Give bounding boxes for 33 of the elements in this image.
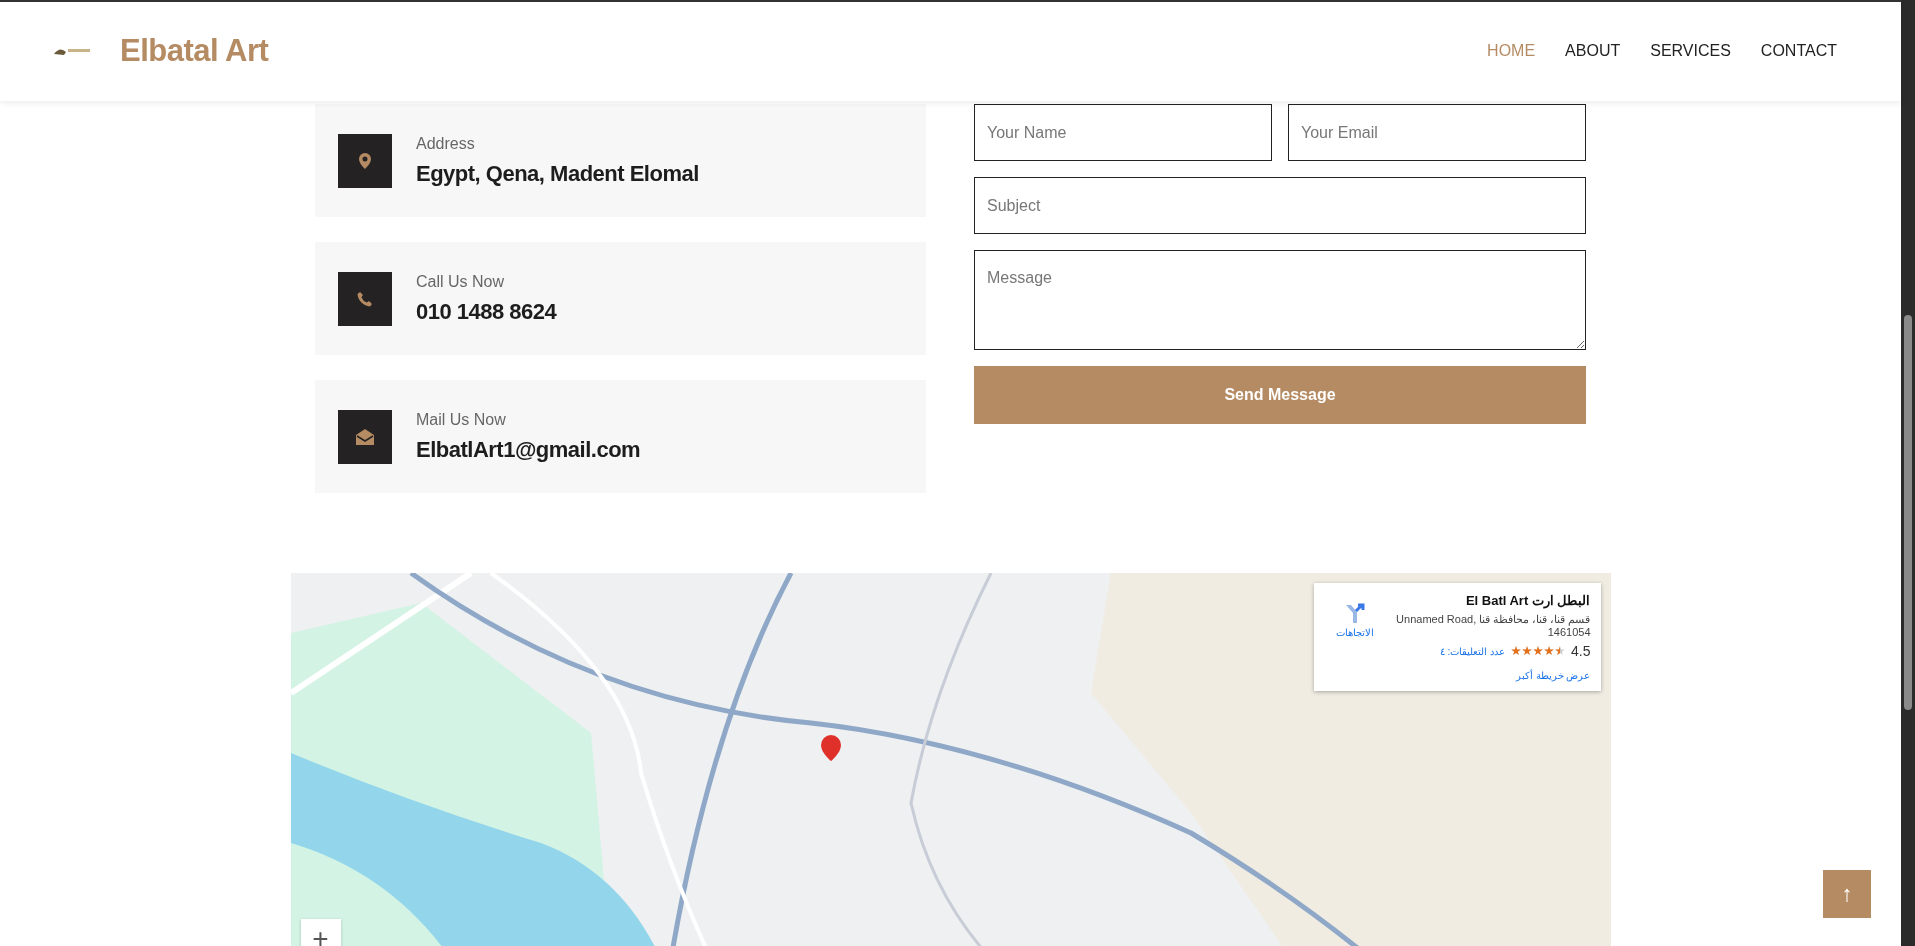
nav-link[interactable]: SERVICES <box>1650 41 1731 60</box>
nav-link[interactable]: HOME <box>1487 41 1536 60</box>
contact-value: 010 1488 8624 <box>416 298 557 325</box>
subject-input[interactable]: Subject <box>974 177 1586 234</box>
scroll-to-top-button[interactable]: ↑ <box>1823 870 1871 918</box>
star-icon <box>1511 646 1522 656</box>
place-title: El Batl Art البطل ارت <box>1465 593 1591 608</box>
rating-value: 4.5 <box>1571 643 1591 659</box>
message-textarea[interactable]: Message <box>974 250 1586 350</box>
contact-label: Mail Us Now <box>416 410 507 429</box>
star-icon <box>1544 646 1555 656</box>
nav-link[interactable]: ABOUT <box>1565 41 1621 60</box>
contact-label: Call Us Now <box>416 272 505 291</box>
contact-value: Egypt, Qena, Madent Elomal <box>416 160 699 187</box>
nav-link[interactable]: CONTACT <box>1760 41 1837 60</box>
name-input[interactable]: Your Name <box>974 104 1272 161</box>
location-pin-icon <box>359 152 371 169</box>
place-address: Unnamed Road, قسم قنا، قنا، محافظة قنا 1461054 <box>1395 613 1591 638</box>
contact-label: Address <box>416 134 476 153</box>
send-message-button[interactable]: Send Message <box>974 366 1586 424</box>
scrollbar[interactable] <box>1901 0 1915 946</box>
star-icon <box>1533 646 1544 656</box>
brand-name[interactable]: Elbatal Art <box>120 32 269 69</box>
directions-link[interactable]: الاتجاهات <box>1335 627 1374 638</box>
phone-icon <box>357 290 373 307</box>
open-envelope-icon <box>356 428 374 445</box>
contact-value: ElbatlArt1@gmail.com <box>416 436 641 463</box>
directions-icon[interactable] <box>1343 603 1366 623</box>
star-icon <box>1522 646 1533 656</box>
larger-map-link[interactable]: عرض خريطة أكبر <box>1515 670 1591 681</box>
email-input[interactable]: Your Email <box>1288 104 1586 161</box>
zoom-in-button[interactable]: + <box>300 919 341 946</box>
reviews-link[interactable]: عدد التعليقات: ٤ <box>1439 645 1506 657</box>
